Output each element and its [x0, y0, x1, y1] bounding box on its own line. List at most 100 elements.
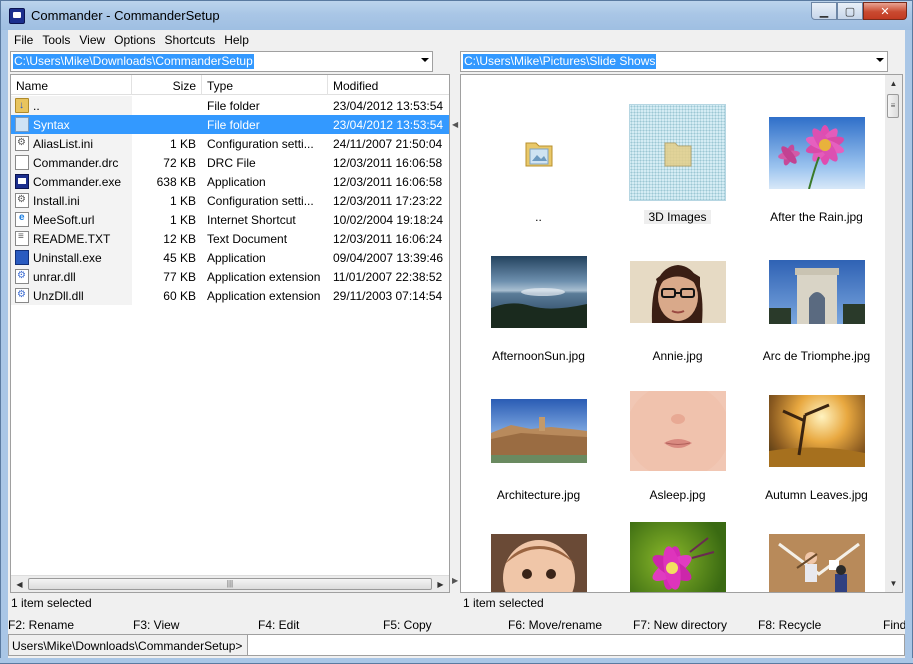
f2-rename-button[interactable]: F2: Rename — [8, 615, 133, 633]
image-thumbnail[interactable] — [629, 382, 726, 479]
left-horizontal-scrollbar[interactable]: ◀ ||| ▶ — [11, 575, 449, 592]
menu-help[interactable]: Help — [220, 30, 254, 50]
app-icon[interactable] — [9, 8, 25, 24]
file-name-cell[interactable]: AliasList.ini — [11, 134, 132, 153]
file-row[interactable]: Install.ini 1 KB Configuration setti... 12/… — [11, 191, 449, 210]
menu-tools[interactable]: Tools — [38, 30, 75, 50]
scroll-left-icon[interactable]: ◀ — [11, 576, 28, 592]
image-thumbnail[interactable] — [768, 243, 865, 340]
file-row[interactable]: Commander.exe 638 KB Application 12/03/2011… — [11, 172, 449, 191]
menu-shortcuts[interactable]: Shortcuts — [161, 30, 221, 50]
f3-view-button[interactable]: F3: View — [133, 615, 258, 633]
left-path-text[interactable]: C:\Users\Mike\Downloads\CommanderSetup — [13, 54, 254, 69]
right-vertical-scrollbar[interactable]: ▲ ≡ ▼ — [885, 75, 902, 592]
file-row[interactable]: MeeSoft.url 1 KB Internet Shortcut 10/02/20… — [11, 210, 449, 229]
file-row[interactable]: unrar.dll 77 KB Application extension 11/01… — [11, 267, 449, 286]
right-path-combo[interactable]: C:\Users\Mike\Pictures\Slide Shows — [460, 51, 888, 72]
file-name-cell[interactable]: Install.ini — [11, 191, 132, 210]
left-path-combo[interactable]: C:\Users\Mike\Downloads\CommanderSetup — [10, 51, 433, 72]
column-header-modified[interactable]: Modified — [328, 75, 449, 95]
thumbnail-item[interactable]: Architecture.jpg — [469, 382, 608, 521]
image-thumbnail[interactable] — [768, 104, 865, 201]
close-button[interactable]: ✕ — [863, 2, 907, 20]
scroll-down-icon[interactable]: ▼ — [885, 575, 902, 592]
thumbnail-item[interactable]: After the Rain.jpg — [747, 104, 886, 243]
splitter-left-arrow-icon[interactable]: ◀ — [452, 120, 458, 129]
thumbnail-item[interactable]: Autumn Leaves.jpg — [747, 382, 886, 521]
scroll-right-icon[interactable]: ▶ — [432, 576, 449, 592]
column-header-name[interactable]: Name — [11, 75, 132, 95]
file-name: Uninstall.exe — [33, 250, 102, 265]
pane-splitter[interactable]: ◀ ▶ — [452, 74, 458, 593]
vertical-scroll-thumb[interactable]: ≡ — [887, 94, 899, 118]
minimize-button[interactable]: ▁ — [811, 2, 837, 20]
thumbnail-item[interactable]: Asleep.jpg — [608, 382, 747, 521]
file-name-cell[interactable]: Syntax — [11, 115, 132, 134]
right-thumbnail-view[interactable]: .. 3D Images After the Rain.jpg AfternoonSu… — [460, 74, 903, 593]
f7-new-directory-button[interactable]: F7: New directory — [633, 615, 758, 633]
horizontal-scroll-thumb[interactable]: ||| — [28, 578, 432, 590]
file-modified: 23/04/2012 13:53:54 — [333, 117, 444, 132]
f8-recycle-button[interactable]: F8: Recycle — [758, 615, 883, 633]
image-thumbnail[interactable] — [768, 521, 865, 592]
left-file-list[interactable]: Name Size Type Modified .. File folder 23/… — [10, 74, 450, 593]
menu-view[interactable]: View — [75, 30, 110, 50]
file-name-cell[interactable]: Commander.drc — [11, 153, 132, 172]
file-row[interactable]: Uninstall.exe 45 KB Application 09/04/2007 … — [11, 248, 449, 267]
column-header-size[interactable]: Size — [132, 75, 202, 95]
thumbnail-item[interactable] — [469, 521, 608, 592]
f5-copy-button[interactable]: F5: Copy — [383, 615, 508, 633]
file-modified: 29/11/2003 07:14:54 — [333, 288, 443, 303]
thumbnail-item[interactable] — [747, 521, 886, 592]
image-thumbnail[interactable] — [490, 382, 587, 479]
blank-file-icon — [15, 155, 29, 170]
file-type: Internet Shortcut — [207, 212, 296, 227]
folder-icon[interactable] — [629, 104, 726, 201]
image-thumbnail[interactable] — [768, 382, 865, 479]
left-path-dropdown-icon[interactable] — [421, 58, 429, 62]
image-thumbnail[interactable] — [629, 243, 726, 340]
splitter-right-arrow-icon[interactable]: ▶ — [452, 576, 458, 585]
right-path-dropdown-icon[interactable] — [876, 58, 884, 62]
file-name-cell[interactable]: Uninstall.exe — [11, 248, 132, 267]
file-row[interactable]: README.TXT 12 KB Text Document 12/03/2011 1… — [11, 229, 449, 248]
column-header-type[interactable]: Type — [202, 75, 328, 95]
thumbnail-item[interactable]: .. — [469, 104, 608, 243]
image-thumbnail[interactable] — [490, 521, 587, 592]
file-name-cell[interactable]: MeeSoft.url — [11, 210, 132, 229]
file-modified: 12/03/2011 16:06:58 — [333, 155, 443, 170]
thumbnail-item[interactable]: Arc de Triomphe.jpg — [747, 243, 886, 382]
f4-edit-button[interactable]: F4: Edit — [258, 615, 383, 633]
file-row[interactable]: .. File folder 23/04/2012 13:53:54 — [11, 96, 449, 115]
file-row[interactable]: AliasList.ini 1 KB Configuration setti... 2… — [11, 134, 449, 153]
file-row[interactable]: UnzDll.dll 60 KB Application extension 29/1… — [11, 286, 449, 305]
find-button[interactable]: Find — [883, 615, 905, 633]
folder-up-icon[interactable] — [490, 104, 587, 201]
file-name-cell[interactable]: README.TXT — [11, 229, 132, 248]
file-row[interactable]: Syntax File folder 23/04/2012 13:53:54 — [11, 115, 449, 134]
thumbnail-item[interactable]: 3D Images — [608, 104, 747, 243]
title-bar[interactable]: Commander - CommanderSetup ▁ ▢ ✕ — [0, 0, 913, 30]
file-name-cell[interactable]: .. — [11, 96, 132, 115]
scroll-up-icon[interactable]: ▲ — [885, 75, 902, 92]
image-thumbnail[interactable] — [629, 521, 726, 592]
menu-file[interactable]: File — [10, 30, 38, 50]
thumbnail-item[interactable]: Annie.jpg — [608, 243, 747, 382]
thumbnail-item[interactable] — [608, 521, 747, 592]
file-name-cell[interactable]: UnzDll.dll — [11, 286, 132, 305]
file-row[interactable]: Commander.drc 72 KB DRC File 12/03/2011 16:… — [11, 153, 449, 172]
file-name-cell[interactable]: Commander.exe — [11, 172, 132, 191]
image-thumbnail[interactable] — [490, 243, 587, 340]
thumbnail-item[interactable]: AfternoonSun.jpg — [469, 243, 608, 382]
maximize-button[interactable]: ▢ — [837, 2, 863, 20]
file-name-cell[interactable]: unrar.dll — [11, 267, 132, 286]
right-path-text[interactable]: C:\Users\Mike\Pictures\Slide Shows — [463, 54, 657, 69]
menu-bar: File Tools View Options Shortcuts Help — [8, 30, 905, 50]
file-type: Application extension — [207, 269, 321, 284]
f6-move-rename-button[interactable]: F6: Move/rename — [508, 615, 633, 633]
window-frame-bottom — [0, 658, 913, 664]
window-controls: ▁ ▢ ✕ — [811, 2, 907, 20]
file-type: Configuration setti... — [207, 136, 314, 151]
menu-options[interactable]: Options — [110, 30, 160, 50]
command-input[interactable] — [248, 634, 905, 656]
